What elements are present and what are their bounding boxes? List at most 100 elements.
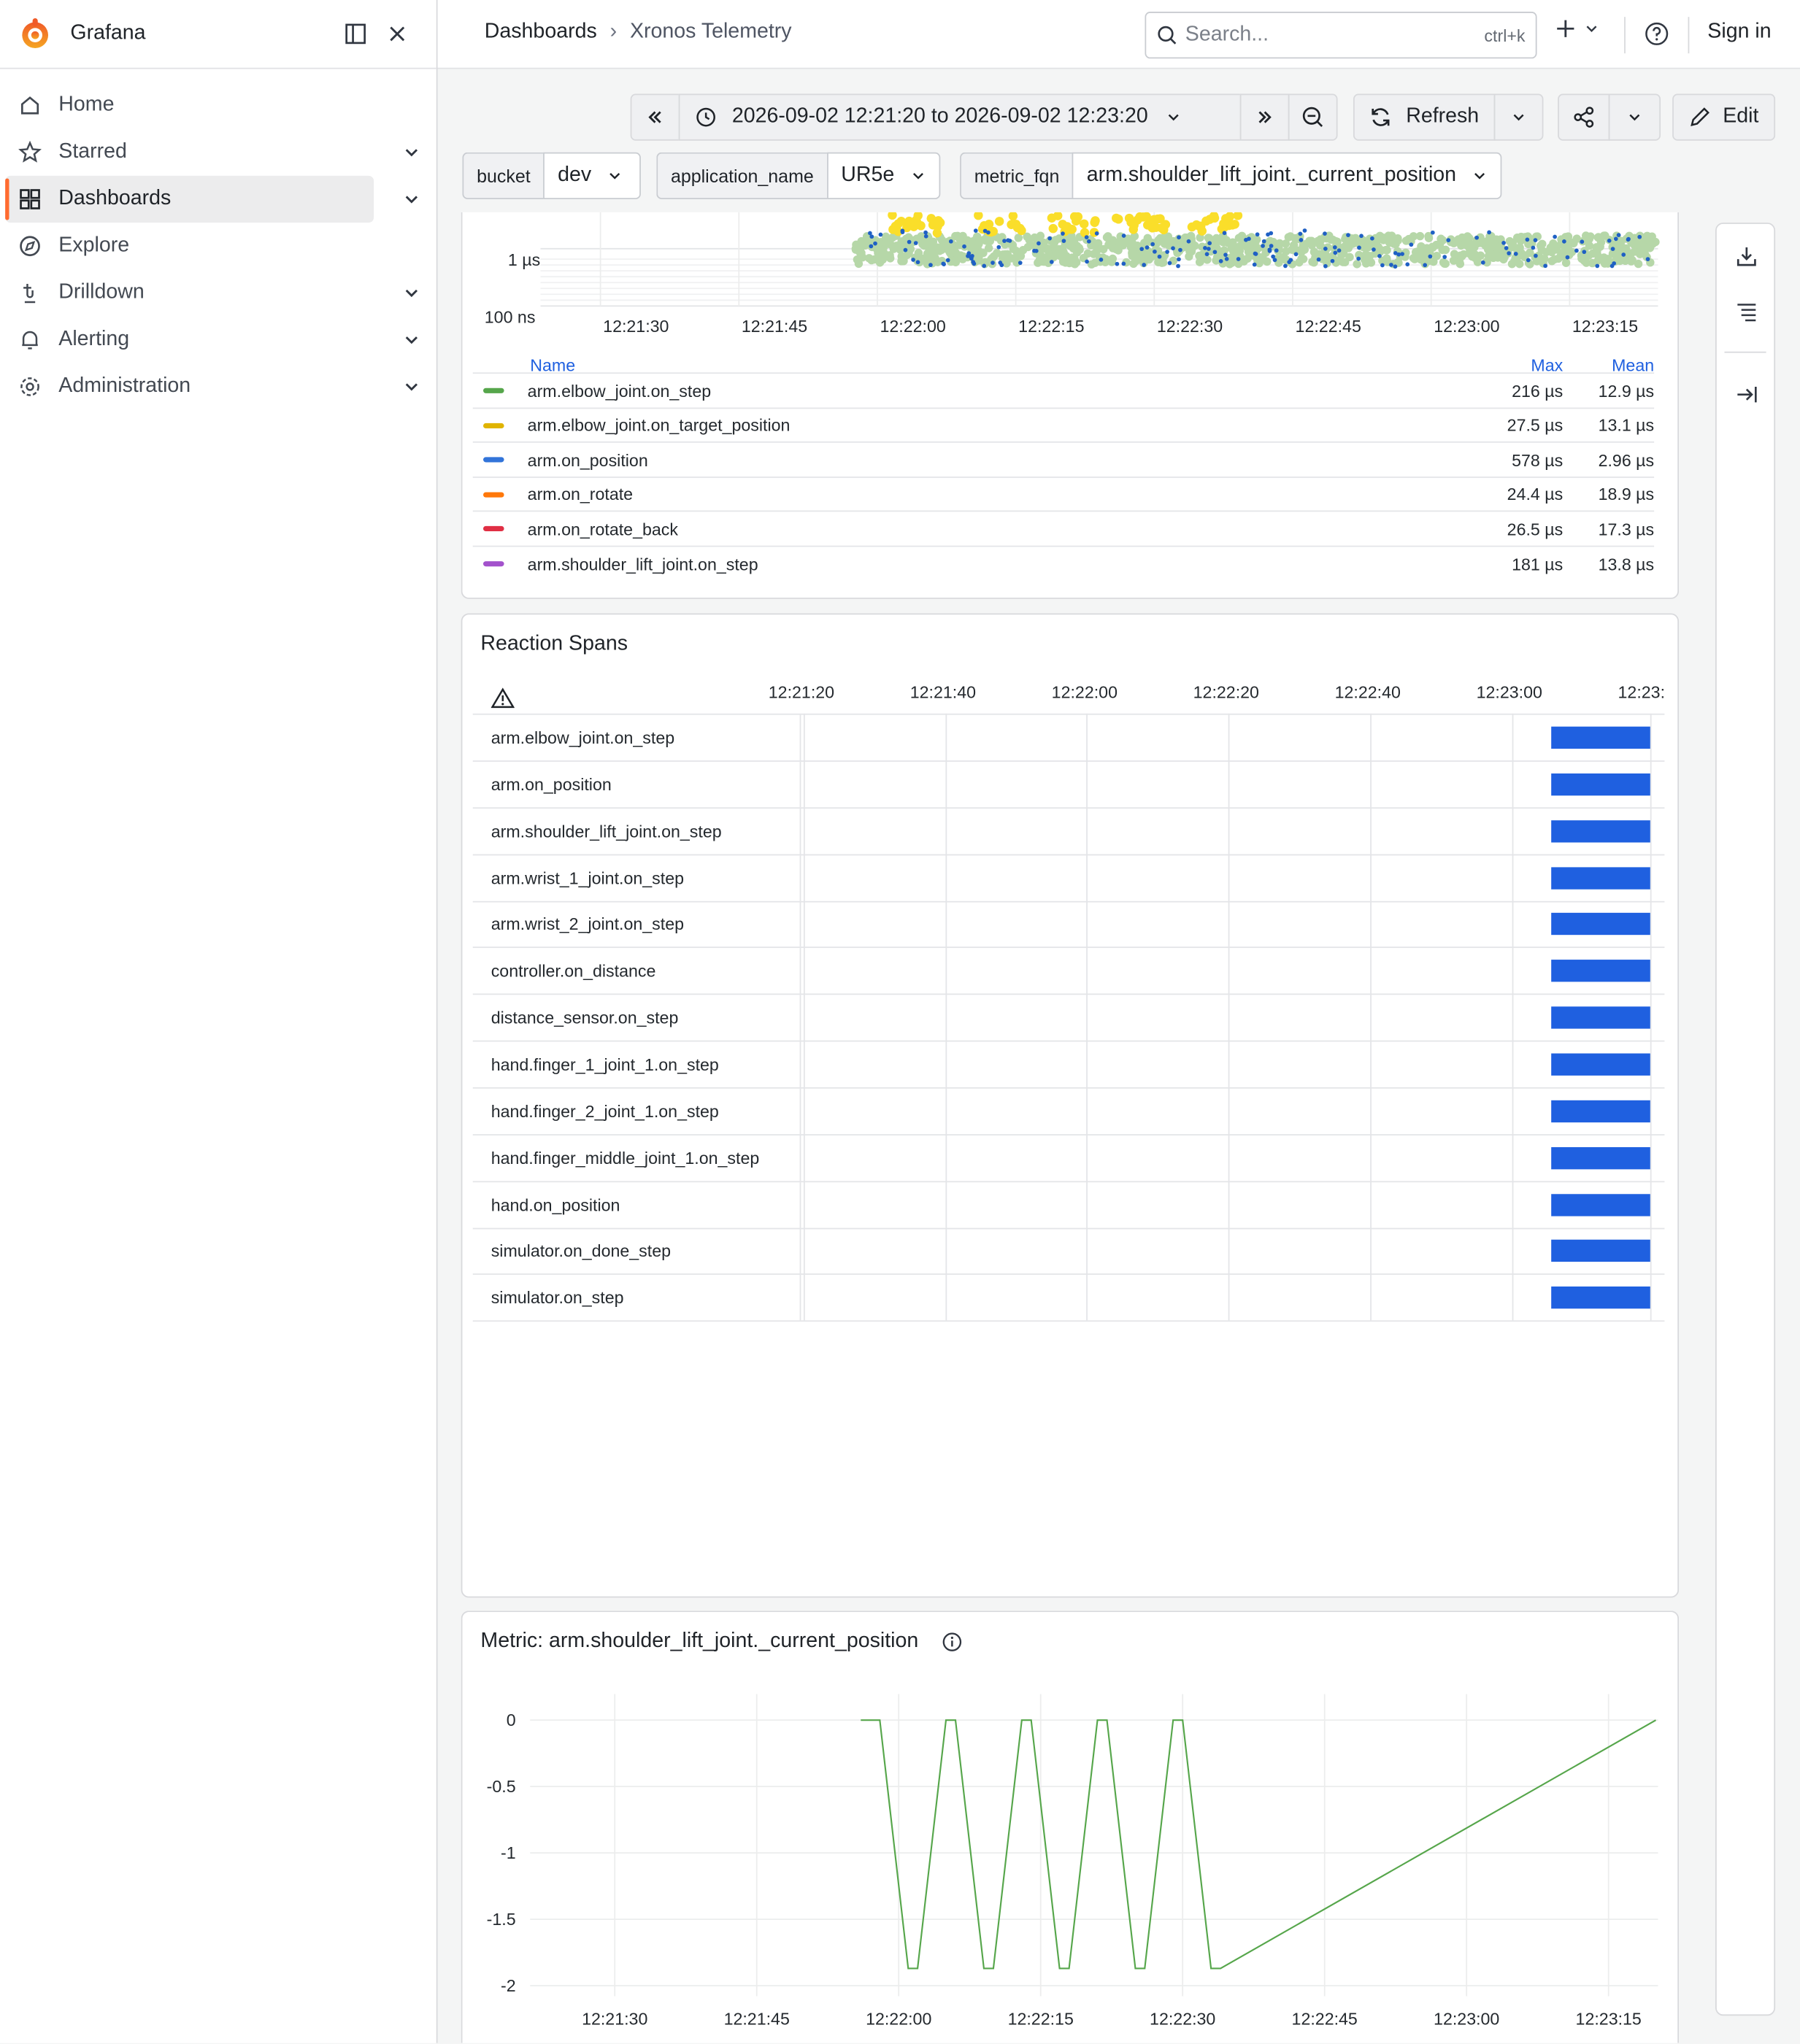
- share-dropdown[interactable]: [1608, 93, 1661, 141]
- legend-max: 216 µs: [1512, 380, 1564, 401]
- scatter-point: [1142, 263, 1147, 267]
- span-bar[interactable]: [1551, 913, 1650, 936]
- legend-row[interactable]: arm.elbow_joint.on_target_position 27.5 µ…: [472, 406, 1655, 442]
- scatter-point: [1293, 252, 1299, 257]
- help-icon[interactable]: [1644, 21, 1670, 47]
- span-bar[interactable]: [1551, 773, 1650, 795]
- refresh-label: Refresh: [1406, 105, 1480, 128]
- span-bar[interactable]: [1551, 866, 1650, 889]
- span-bar[interactable]: [1551, 1287, 1650, 1309]
- scatter-point: [1417, 242, 1426, 251]
- chevron-down-icon[interactable]: [402, 284, 420, 302]
- nav-item-starred[interactable]: Starred: [5, 129, 418, 176]
- collapse-rail-icon[interactable]: [1735, 383, 1758, 406]
- span-row[interactable]: hand.finger_1_joint_1.on_step: [472, 1041, 1665, 1089]
- variable-select-metric-fqn[interactable]: arm.shoulder_lift_joint._current_positio…: [1072, 152, 1502, 200]
- span-row[interactable]: arm.elbow_joint.on_step: [472, 714, 1665, 762]
- nav-item-administration[interactable]: Administration: [5, 363, 418, 410]
- outline-list-icon[interactable]: [1735, 299, 1758, 323]
- search-input[interactable]: Search... ctrl+k: [1145, 12, 1537, 59]
- scatter-point: [857, 248, 866, 258]
- scatter-point: [907, 239, 912, 244]
- variable-select-bucket[interactable]: dev: [543, 152, 642, 200]
- span-row[interactable]: hand.finger_middle_joint_1.on_step: [472, 1135, 1665, 1182]
- chevron-down-icon: [609, 172, 620, 180]
- scatter-point: [1297, 254, 1306, 263]
- span-bar[interactable]: [1551, 1240, 1650, 1262]
- refresh-interval-dropdown[interactable]: [1493, 93, 1544, 141]
- span-row[interactable]: simulator.on_step: [472, 1275, 1665, 1322]
- scatter-point: [1302, 228, 1307, 233]
- chevron-down-icon[interactable]: [402, 143, 420, 161]
- span-row[interactable]: arm.on_position: [472, 761, 1665, 809]
- scatter-point: [1513, 252, 1518, 256]
- legend-row[interactable]: arm.on_position 578 µs 2.96 µs: [472, 441, 1655, 477]
- drilldown-icon: [18, 281, 42, 304]
- span-bar[interactable]: [1551, 1100, 1650, 1122]
- span-row[interactable]: hand.finger_2_joint_1.on_step: [472, 1088, 1665, 1135]
- zoom-out-button[interactable]: [1288, 93, 1338, 141]
- variable-application-name: application_name UR5e: [656, 152, 940, 200]
- grafana-logo-icon[interactable]: [18, 17, 52, 50]
- scatter-point: [1171, 246, 1175, 251]
- refresh-button[interactable]: Refresh: [1353, 93, 1496, 141]
- variable-select-application-name[interactable]: UR5e: [826, 152, 940, 200]
- span-row[interactable]: distance_sensor.on_step: [472, 995, 1665, 1042]
- scatter-point: [984, 244, 993, 252]
- nav-item-dashboards[interactable]: Dashboards: [5, 175, 418, 223]
- span-bar[interactable]: [1551, 726, 1650, 749]
- scatter-point: [1218, 259, 1223, 263]
- legend-row[interactable]: arm.on_rotate 24.4 µs 18.9 µs: [472, 476, 1655, 512]
- time-tick-label: 12:23:00: [1476, 682, 1542, 702]
- dock-menu-icon[interactable]: [335, 13, 377, 55]
- span-row[interactable]: hand.on_position: [472, 1181, 1665, 1229]
- chevron-down-icon[interactable]: [402, 190, 420, 209]
- time-shift-forward-button[interactable]: [1239, 93, 1290, 141]
- nav-item-label: Drilldown: [58, 281, 145, 304]
- scatter-point: [1038, 257, 1047, 266]
- nav-item-drilldown[interactable]: Drilldown: [5, 269, 418, 316]
- chevron-down-icon: [1586, 26, 1597, 33]
- scatter-point: [1212, 250, 1218, 255]
- span-bar[interactable]: [1551, 960, 1650, 982]
- span-row[interactable]: controller.on_distance: [472, 948, 1665, 995]
- panel-title[interactable]: Reaction Spans: [480, 633, 628, 656]
- span-row[interactable]: simulator.on_done_step: [472, 1228, 1665, 1276]
- close-menu-icon[interactable]: [377, 13, 418, 55]
- scatter-point: [1012, 223, 1023, 233]
- span-bar[interactable]: [1551, 1053, 1650, 1076]
- new-button[interactable]: [1555, 18, 1600, 39]
- span-row[interactable]: arm.shoulder_lift_joint.on_step: [472, 808, 1665, 855]
- x-tick-label: 12:22:45: [1295, 316, 1361, 336]
- legend-max: 181 µs: [1512, 554, 1564, 574]
- scatter-point: [1145, 245, 1150, 250]
- chevron-down-icon[interactable]: [402, 331, 420, 349]
- edit-button[interactable]: Edit: [1672, 93, 1776, 141]
- share-button[interactable]: [1558, 93, 1610, 141]
- sign-in-link[interactable]: Sign in: [1707, 21, 1771, 45]
- span-bar[interactable]: [1551, 1146, 1650, 1169]
- span-bar[interactable]: [1551, 1006, 1650, 1029]
- scatter-point: [1385, 232, 1394, 242]
- scatter-point: [1034, 249, 1039, 253]
- scatter-point: [1186, 239, 1191, 244]
- scatter-point: [1272, 258, 1277, 263]
- legend-row[interactable]: arm.elbow_joint.on_step 216 µs 12.9 µs: [472, 372, 1655, 407]
- span-bar[interactable]: [1551, 819, 1650, 842]
- chevron-down-icon[interactable]: [402, 377, 420, 396]
- breadcrumb-dashboards[interactable]: Dashboards: [485, 21, 597, 45]
- download-icon[interactable]: [1735, 244, 1758, 268]
- scatter-point: [1582, 258, 1591, 267]
- legend-row[interactable]: arm.shoulder_lift_joint.on_step 181 µs 13.…: [472, 545, 1655, 581]
- nav-item-alerting[interactable]: Alerting: [5, 317, 418, 363]
- span-row[interactable]: arm.wrist_1_joint.on_step: [472, 855, 1665, 902]
- scatter-point: [1124, 237, 1133, 246]
- nav-item-explore[interactable]: Explore: [5, 223, 374, 269]
- span-row[interactable]: arm.wrist_2_joint.on_step: [472, 901, 1665, 949]
- legend-row[interactable]: arm.on_rotate_back 26.5 µs 17.3 µs: [472, 511, 1655, 546]
- nav-item-home[interactable]: Home: [5, 82, 374, 128]
- time-range-picker[interactable]: 2026-09-02 12:21:20 to 2026-09-02 12:23:…: [678, 93, 1242, 141]
- span-bar[interactable]: [1551, 1193, 1650, 1216]
- time-shift-back-button[interactable]: [630, 93, 680, 141]
- span-label: arm.elbow_joint.on_step: [473, 714, 801, 761]
